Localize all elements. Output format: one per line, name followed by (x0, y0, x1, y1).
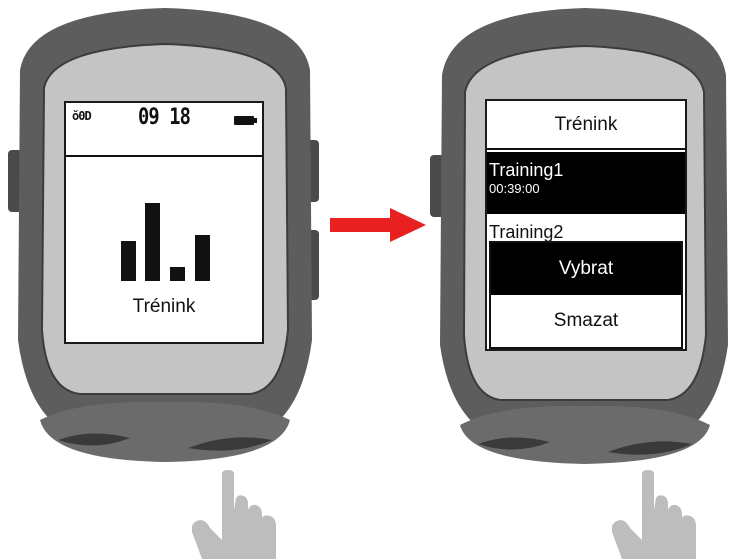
training-name: Training2 (489, 222, 564, 242)
right-screen: Trénink Training1 00:39:00 Training2 Vyb… (485, 99, 687, 351)
training-name: Training1 (489, 160, 564, 180)
status-bar: ŏ0D 09 18 (66, 103, 262, 157)
delete-option[interactable]: Smazat (491, 295, 681, 347)
context-popup: Vybrat Smazat (489, 241, 683, 349)
battery-icon (234, 116, 257, 125)
list-item-training1[interactable]: Training1 00:39:00 (487, 152, 685, 214)
select-option[interactable]: Vybrat (491, 243, 681, 295)
pointing-hand-icon (612, 470, 696, 559)
left-device: ŏ0D 09 18 Trénink (0, 0, 330, 470)
clock-time: 09 18 (137, 105, 191, 130)
training-bars-icon[interactable] (117, 203, 213, 281)
left-screen: ŏ0D 09 18 Trénink (64, 101, 264, 344)
screen-title: Trénink (487, 101, 685, 150)
menu-label: Trénink (132, 296, 196, 317)
training-time: 00:39:00 (489, 181, 540, 196)
pointing-hand-icon (192, 470, 276, 559)
